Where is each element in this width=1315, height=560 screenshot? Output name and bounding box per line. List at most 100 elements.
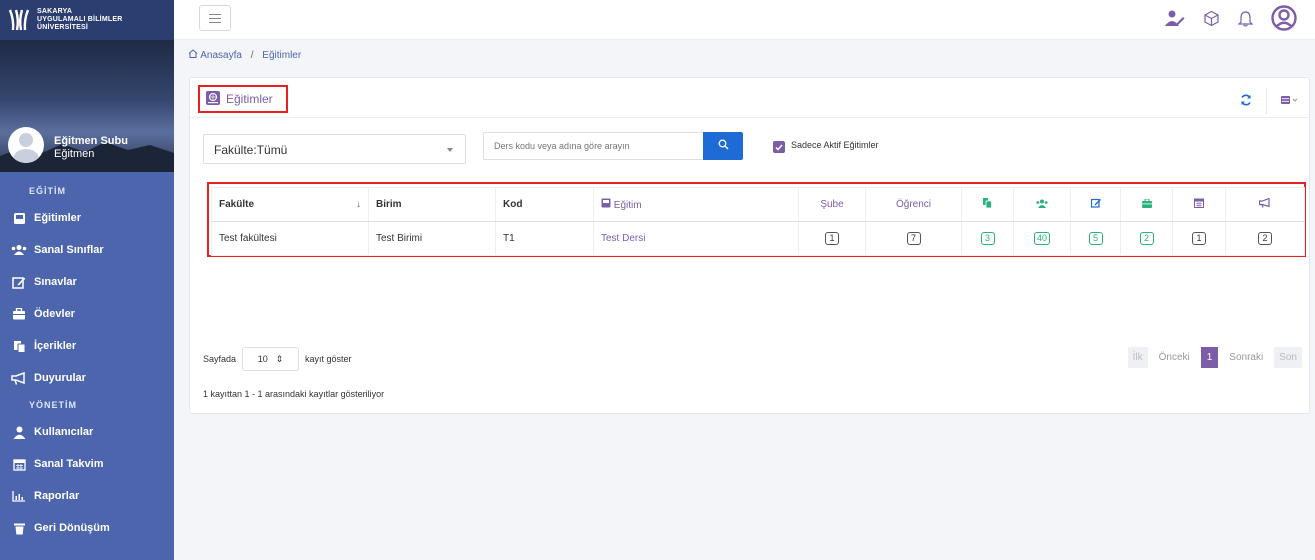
column-header-icerik[interactable]	[961, 187, 1014, 222]
sidebar-item-icerikler[interactable]: İçerikler	[0, 330, 174, 362]
odev-count-badge[interactable]: 2	[1139, 232, 1154, 245]
menu-toggle-button[interactable]	[199, 5, 231, 31]
cell-icerik: 3	[961, 221, 1014, 256]
profile-role: Eğitmen	[54, 148, 95, 160]
table-row[interactable]: Test fakültesi Test Birimi T1 Test Dersi…	[211, 221, 1305, 256]
sidebar-item-sanal-takvim[interactable]: Sanal Takvim	[0, 448, 174, 480]
column-header-ogrenci[interactable]: Öğrenci	[865, 187, 962, 222]
column-header-sinav[interactable]	[1070, 187, 1121, 222]
brand-line-3: ÜNİVERSİTESİ	[37, 24, 89, 31]
column-header-takvim[interactable]	[1172, 187, 1226, 222]
courses-card: Eğitimler Fakülte:Tümü Sadece Aktif Eğit…	[189, 77, 1310, 414]
page-size-suffix: kayıt göster	[305, 354, 352, 364]
sanal-sinif-count-badge[interactable]: 40	[1033, 232, 1050, 245]
sidebar-item-egitimler[interactable]: Eğitimler	[0, 202, 174, 234]
breadcrumb: Anasayfa / Eğitimler	[188, 49, 301, 61]
sidebar-item-sanal-siniflar[interactable]: Sanal Sınıflar	[0, 234, 174, 266]
select-arrows-icon: ⇕	[275, 353, 284, 364]
column-header-sanal-sinif[interactable]	[1013, 187, 1071, 222]
card-title: Eğitimler	[198, 85, 288, 113]
avatar[interactable]	[8, 127, 44, 163]
sidebar-item-label: Sanal Sınıflar	[34, 244, 104, 256]
cell-sanal-sinif: 40	[1013, 221, 1071, 256]
active-only-checkbox[interactable]	[773, 141, 785, 153]
refresh-icon[interactable]	[1240, 94, 1252, 109]
ogrenci-count-badge[interactable]: 7	[906, 232, 921, 245]
sidebar-section-yonetim: YÖNETİM	[29, 400, 78, 410]
column-toggle-icon[interactable]	[1281, 94, 1299, 108]
brand[interactable]: SAKARYA UYGULAMALI BİLİMLER ÜNİVERSİTESİ	[0, 0, 174, 40]
courses-table-wrapper: Fakülte ↓ Birim Kod Eğitim Şube Öğrenci T…	[207, 182, 1306, 257]
sort-arrow-icon[interactable]: ↓	[356, 199, 361, 210]
user-icon	[11, 425, 27, 439]
cell-takvim: 1	[1172, 221, 1226, 256]
page-last-button[interactable]: Son	[1274, 347, 1302, 368]
page-next-button[interactable]: Sonraki	[1224, 347, 1268, 368]
sinav-count-badge[interactable]: 5	[1088, 232, 1103, 245]
column-header-label: Eğitim	[613, 200, 642, 211]
sidebar-item-label: Geri Dönüşüm	[34, 522, 110, 534]
course-book-icon	[601, 198, 611, 208]
search-button[interactable]	[703, 132, 743, 160]
page-first-button[interactable]: İlk	[1127, 347, 1148, 368]
edit-icon	[11, 275, 27, 289]
column-header-birim[interactable]: Birim	[368, 187, 496, 222]
sidebar-item-raporlar[interactable]: Raporlar	[0, 480, 174, 512]
column-header-duyuru[interactable]	[1225, 187, 1305, 222]
trash-icon	[11, 521, 27, 535]
book-icon	[11, 211, 27, 225]
faculty-select[interactable]: Fakülte:Tümü	[203, 134, 466, 164]
table-header-row: Fakülte ↓ Birim Kod Eğitim Şube Öğrenci	[211, 187, 1305, 222]
column-header-kod[interactable]: Kod	[495, 187, 594, 222]
user-edit-icon[interactable]	[1165, 10, 1185, 27]
brand-line-2: UYGULAMALI BİLİMLER	[37, 16, 123, 23]
university-logo-icon	[7, 7, 31, 33]
megaphone-icon	[11, 371, 27, 385]
active-only-label: Sadece Aktif Eğitimler	[791, 140, 879, 150]
sidebar-item-geri-donusum[interactable]: Geri Dönüşüm	[0, 512, 174, 544]
duyuru-count-badge[interactable]: 2	[1258, 232, 1272, 245]
users-icon	[11, 243, 27, 257]
cell-egitim-link[interactable]: Test Dersi	[593, 221, 799, 256]
sube-count-badge[interactable]: 1	[825, 232, 839, 245]
page-size-value: 10	[257, 354, 268, 364]
topbar	[174, 0, 1315, 40]
cell-ogrenci: 7	[865, 221, 962, 256]
page-prev-button[interactable]: Önceki	[1154, 347, 1195, 368]
courses-table: Fakülte ↓ Birim Kod Eğitim Şube Öğrenci T…	[211, 187, 1305, 256]
pagination: İlk Önceki 1 Sonraki Son	[1122, 347, 1302, 368]
cube-icon[interactable]	[1203, 10, 1220, 27]
cell-odev: 2	[1120, 221, 1173, 256]
megaphone-icon	[1258, 197, 1271, 211]
calendar-icon	[11, 457, 27, 471]
cell-birim: Test Birimi	[368, 221, 496, 256]
sidebar-item-duyurular[interactable]: Duyurular	[0, 362, 174, 394]
takvim-count-badge[interactable]: 1	[1192, 232, 1206, 245]
files-icon	[983, 198, 992, 211]
sidebar-item-sinavlar[interactable]: Sınavlar	[0, 266, 174, 298]
bell-icon[interactable]	[1238, 10, 1253, 27]
cell-sinav: 5	[1070, 221, 1121, 256]
breadcrumb-home[interactable]: Anasayfa	[200, 50, 242, 61]
briefcase-icon	[11, 307, 27, 321]
sidebar-item-odevler[interactable]: Ödevler	[0, 298, 174, 330]
users-icon	[1036, 199, 1048, 211]
column-header-sube[interactable]: Şube	[798, 187, 866, 222]
sidebar-item-kullanicilar[interactable]: Kullanıcılar	[0, 416, 174, 448]
column-header-egitim[interactable]: Eğitim	[593, 187, 799, 222]
calendar-icon	[1194, 198, 1204, 211]
chart-icon	[11, 489, 27, 503]
column-header-fakulte[interactable]: Fakülte ↓	[211, 187, 369, 222]
page-number-button[interactable]: 1	[1200, 347, 1219, 368]
breadcrumb-current: Eğitimler	[262, 50, 302, 61]
search-input[interactable]	[483, 132, 703, 160]
column-header-odev[interactable]	[1120, 187, 1173, 222]
sidebar-item-label: Duyurular	[34, 372, 86, 384]
user-avatar-icon[interactable]	[1271, 5, 1297, 31]
sidebar-item-label: İçerikler	[34, 340, 77, 352]
page-size-control: Sayfada 10 ⇕ kayıt göster	[203, 347, 352, 371]
page-size-select[interactable]: 10 ⇕	[242, 347, 300, 371]
home-icon[interactable]	[188, 49, 198, 61]
records-info: 1 kayıttan 1 - 1 arasındaki kayıtlar gös…	[203, 389, 385, 399]
icerik-count-badge[interactable]: 3	[980, 232, 995, 245]
